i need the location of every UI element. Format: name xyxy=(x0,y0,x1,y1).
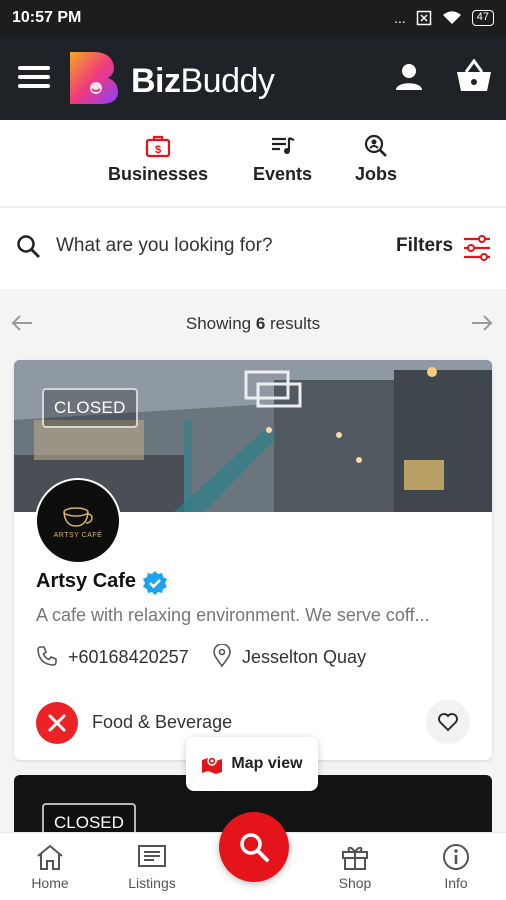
business-location[interactable]: Jesselton Quay xyxy=(242,647,366,668)
sim-icon xyxy=(416,10,431,26)
search-icon xyxy=(240,833,269,862)
nav-label: Shop xyxy=(338,875,372,891)
svg-text:$: $ xyxy=(155,144,161,156)
wifi-icon xyxy=(442,11,461,24)
location-pin-icon xyxy=(213,644,231,668)
tab-jobs[interactable]: Jobs xyxy=(355,134,397,185)
brand-name: BizBuddy xyxy=(131,62,275,101)
nav-info[interactable]: Info xyxy=(416,843,496,891)
verified-badge-icon xyxy=(143,571,167,595)
search-bar[interactable]: What are you looking for? Filters xyxy=(0,207,506,289)
user-icon[interactable] xyxy=(392,60,426,94)
menu-bar xyxy=(18,75,50,79)
tab-label: Businesses xyxy=(108,164,209,184)
search-icon xyxy=(17,235,40,258)
filter-sliders-icon[interactable] xyxy=(462,234,492,262)
job-search-icon xyxy=(364,134,387,157)
favorite-button[interactable] xyxy=(426,700,470,744)
briefcase-icon: $ xyxy=(145,135,171,158)
nav-home[interactable]: Home xyxy=(10,843,90,891)
results-number: 6 xyxy=(255,314,266,333)
business-phone[interactable]: +60168420257 xyxy=(68,647,189,668)
status-time: 10:57 PM xyxy=(12,9,82,26)
fork-knife-icon xyxy=(48,714,66,732)
music-list-icon xyxy=(271,136,294,154)
category-tabs: $ Businesses Events Jobs xyxy=(0,120,506,206)
brand-rest: Buddy xyxy=(180,62,275,100)
filters-button[interactable]: Filters xyxy=(396,235,453,257)
results-suffix: results xyxy=(265,314,321,333)
cup-icon xyxy=(63,506,93,527)
category-icon xyxy=(36,702,78,744)
home-icon xyxy=(37,844,63,870)
business-category: Food & Beverage xyxy=(92,712,233,732)
nav-label: Home xyxy=(31,875,69,891)
avatar-logo-text: ARTSY CAFÉ xyxy=(53,531,103,539)
bizbuddy-logo-icon xyxy=(70,52,118,104)
tab-businesses[interactable]: $ Businesses xyxy=(108,134,208,185)
menu-button[interactable] xyxy=(18,66,50,90)
tab-label: Events xyxy=(253,164,313,184)
notification-dots: ... xyxy=(394,10,406,26)
results-prefix: Showing xyxy=(185,314,256,333)
info-icon xyxy=(443,844,469,870)
map-view-button[interactable]: Map view xyxy=(186,737,318,791)
status-icons: ... 47 xyxy=(394,10,494,26)
brand-bold: Biz xyxy=(131,62,181,100)
business-name[interactable]: Artsy Cafe xyxy=(36,570,136,593)
basket-icon[interactable] xyxy=(454,58,494,94)
arrow-right-icon[interactable] xyxy=(470,313,494,333)
battery-indicator: 47 xyxy=(471,10,494,26)
nav-label: Listings xyxy=(128,875,176,891)
menu-bar xyxy=(18,66,50,70)
tab-label: Jobs xyxy=(355,164,398,184)
nav-label: Info xyxy=(444,875,468,891)
map-icon xyxy=(202,756,223,774)
app-header: BizBuddy xyxy=(0,36,506,120)
business-description: A cafe with relaxing environment. We ser… xyxy=(36,605,430,625)
phone-icon xyxy=(37,646,57,666)
business-avatar: ARTSY CAFÉ xyxy=(35,478,121,564)
gift-icon xyxy=(342,846,368,870)
map-view-label: Map view xyxy=(231,755,303,772)
results-count: Showing 6 results xyxy=(0,314,506,334)
tab-events[interactable]: Events xyxy=(253,134,312,185)
menu-bar xyxy=(18,84,50,88)
status-bar: 10:57 PM ... 47 xyxy=(0,0,506,36)
search-input[interactable]: What are you looking for? xyxy=(56,235,273,257)
listing-card[interactable]: CLOSED ARTSY CAFÉ Artsy Cafe A cafe with… xyxy=(14,360,492,760)
nav-shop[interactable]: Shop xyxy=(315,843,395,891)
nav-listings[interactable]: Listings xyxy=(112,843,192,891)
results-bar: Showing 6 results xyxy=(0,303,506,343)
listings-icon xyxy=(138,845,166,867)
status-badge: CLOSED xyxy=(42,388,138,428)
search-fab-button[interactable] xyxy=(219,812,289,882)
heart-icon xyxy=(438,713,458,732)
